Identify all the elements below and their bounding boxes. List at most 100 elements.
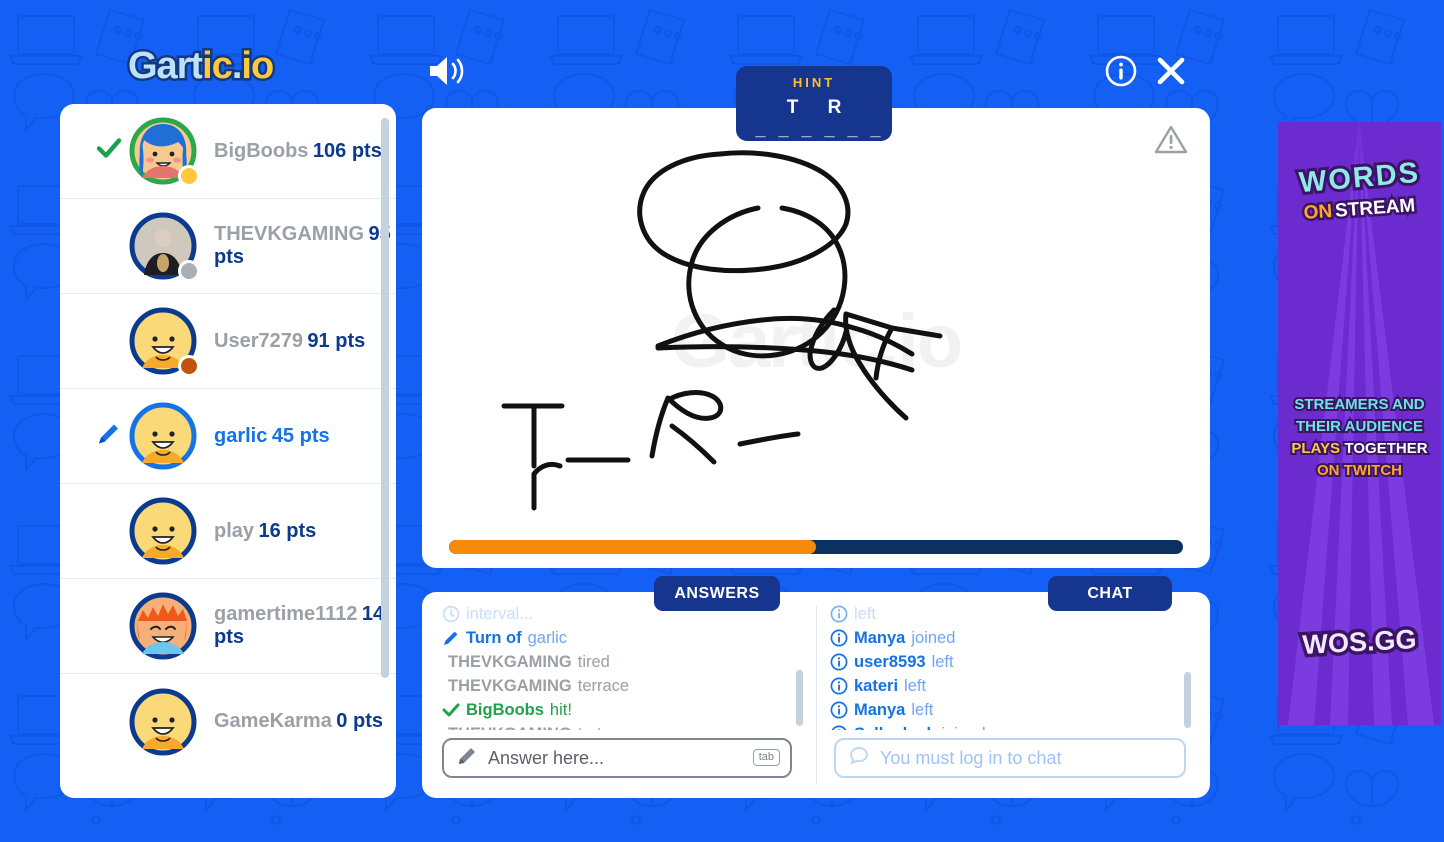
player-badge xyxy=(178,165,200,187)
player-row[interactable]: gamertime1112 14 pts xyxy=(60,579,396,674)
player-row[interactable]: THEVKGAMING 95 pts xyxy=(60,199,396,294)
message-text: left xyxy=(854,605,877,623)
answers-scrollbar[interactable] xyxy=(796,670,803,726)
avatar xyxy=(128,306,200,377)
hint-dashes: _ _ _ _ _ _ _ xyxy=(755,119,885,160)
message-author: Sally duck xyxy=(854,722,936,730)
chat-input[interactable]: You must log in to chat xyxy=(834,738,1186,778)
message-row: Sally duck joined xyxy=(830,722,1190,730)
tab-key-hint: tab xyxy=(752,749,780,766)
avatar xyxy=(128,687,198,757)
avatar xyxy=(128,496,198,566)
message-author: THEVKGAMING xyxy=(448,677,572,695)
drawing-canvas-panel[interactable]: Gartic.io xyxy=(422,108,1210,568)
round-timer-progress-bar xyxy=(449,540,1183,554)
sidebar-scrollbar[interactable] xyxy=(381,118,389,678)
chat-message-list: left Manya joined user8593 left kateri l… xyxy=(830,602,1190,730)
player-row[interactable]: play 16 pts xyxy=(60,484,396,579)
ad-title: WORDS ONSTREAM xyxy=(1278,154,1441,227)
player-points: 106 pts xyxy=(312,139,382,162)
top-bar: Gartic.io xyxy=(0,0,1444,100)
message-row: kateri left xyxy=(830,674,1190,698)
message-text: garlic xyxy=(527,629,568,647)
ad-tagline-line2: THEIR AUDIENCE xyxy=(1294,416,1425,437)
answers-message-list: interval... Turn of garlic THEVKGAMING t… xyxy=(442,602,802,730)
tab-answers[interactable]: ANSWERS xyxy=(654,576,780,611)
message-row: THEVKGAMING terrace xyxy=(442,674,802,698)
info-icon xyxy=(830,629,848,647)
info-icon xyxy=(830,605,848,623)
avatar xyxy=(128,401,198,471)
ad-title-stream: STREAM xyxy=(1332,193,1419,225)
info-icon xyxy=(830,725,848,730)
ad-title-on: ON xyxy=(1300,198,1335,226)
player-name: THEVKGAMING xyxy=(214,223,364,245)
player-row[interactable]: garlic 45 pts xyxy=(60,389,396,484)
avatar xyxy=(128,591,198,661)
chat-bubble-icon xyxy=(848,745,870,772)
avatar xyxy=(128,116,200,187)
player-row[interactable]: User7279 91 pts xyxy=(60,294,396,389)
player-status-icon-drawing xyxy=(92,421,126,452)
logo-part-4: io xyxy=(239,45,277,88)
message-row: THEVKGAMING tarter xyxy=(442,722,802,730)
close-icon[interactable] xyxy=(1154,54,1188,88)
player-row[interactable]: BigBoobs 106 pts xyxy=(60,104,396,199)
player-name: gamertime1112 xyxy=(214,603,358,625)
info-icon xyxy=(830,701,848,719)
player-points: 0 pts xyxy=(336,710,383,732)
chat-input-placeholder: You must log in to chat xyxy=(880,747,1062,768)
ad-tagline-line3b: TOGETHER xyxy=(1342,438,1429,459)
player-row[interactable]: GameKarma 0 pts xyxy=(60,674,396,769)
hint-revealed-letters: T R xyxy=(786,97,854,118)
message-text: joined xyxy=(911,629,956,647)
avatar xyxy=(128,211,200,282)
answers-and-chat-panel: interval... Turn of garlic THEVKGAMING t… xyxy=(422,592,1210,798)
message-author: THEVKGAMING xyxy=(448,653,572,671)
chat-scrollbar[interactable] xyxy=(1184,672,1191,728)
message-text: terrace xyxy=(577,677,630,695)
message-text: left xyxy=(904,677,927,695)
player-status-icon-guessed xyxy=(92,136,126,167)
info-icon xyxy=(830,677,848,695)
app-logo[interactable]: Gartic.io xyxy=(125,45,277,88)
message-text: left xyxy=(911,701,934,719)
message-author: Manya xyxy=(854,629,906,647)
player-points: 45 pts xyxy=(271,424,330,447)
player-name: play xyxy=(214,519,255,542)
ad-tagline-line4: ON TWITCH xyxy=(1315,460,1404,481)
message-author: user8593 xyxy=(854,653,926,671)
message-row: Manya joined xyxy=(830,626,1190,650)
logo-part-2: ic xyxy=(200,45,236,88)
check-icon xyxy=(442,701,460,719)
message-text: hit! xyxy=(549,701,572,719)
player-badge xyxy=(178,260,200,282)
info-icon[interactable] xyxy=(1104,54,1138,88)
ad-banner[interactable]: WORDS ONSTREAM STREAMERS AND THEIR AUDIE… xyxy=(1278,122,1441,725)
message-row: Manya left xyxy=(830,698,1190,722)
tab-chat[interactable]: CHAT xyxy=(1048,576,1172,611)
player-list-panel: BigBoobs 106 pts THEVKGAMING 95 pts User… xyxy=(60,104,396,798)
ad-tagline: STREAMERS AND THEIR AUDIENCE PLAYS TOGET… xyxy=(1282,394,1437,482)
hint-box: HINT T R _ _ _ _ _ _ _ xyxy=(736,66,892,160)
clock-icon xyxy=(442,605,460,623)
logo-part-1: Gart xyxy=(125,45,205,88)
message-row: user8593 left xyxy=(830,650,1190,674)
message-row: Turn of garlic xyxy=(442,626,802,650)
answer-input[interactable]: Answer here... tab xyxy=(442,738,792,778)
answer-input-placeholder: Answer here... xyxy=(488,747,605,768)
player-name: BigBoobs xyxy=(214,139,309,162)
logo-part-3: . xyxy=(229,45,244,88)
ad-title-words: WORDS xyxy=(1295,154,1424,202)
message-row: THEVKGAMING tired xyxy=(442,650,802,674)
hint-title: HINT xyxy=(792,75,836,90)
message-text: tired xyxy=(577,653,610,671)
ad-tagline-line1: STREAMERS AND xyxy=(1292,394,1426,415)
player-points: 91 pts xyxy=(307,329,366,352)
drawing-strokes xyxy=(501,150,943,511)
info-icon xyxy=(830,653,848,671)
message-author: Turn of xyxy=(466,629,522,647)
warning-triangle-icon[interactable] xyxy=(1154,122,1188,156)
message-text: joined xyxy=(942,722,986,730)
speaker-on-icon[interactable] xyxy=(424,52,468,90)
